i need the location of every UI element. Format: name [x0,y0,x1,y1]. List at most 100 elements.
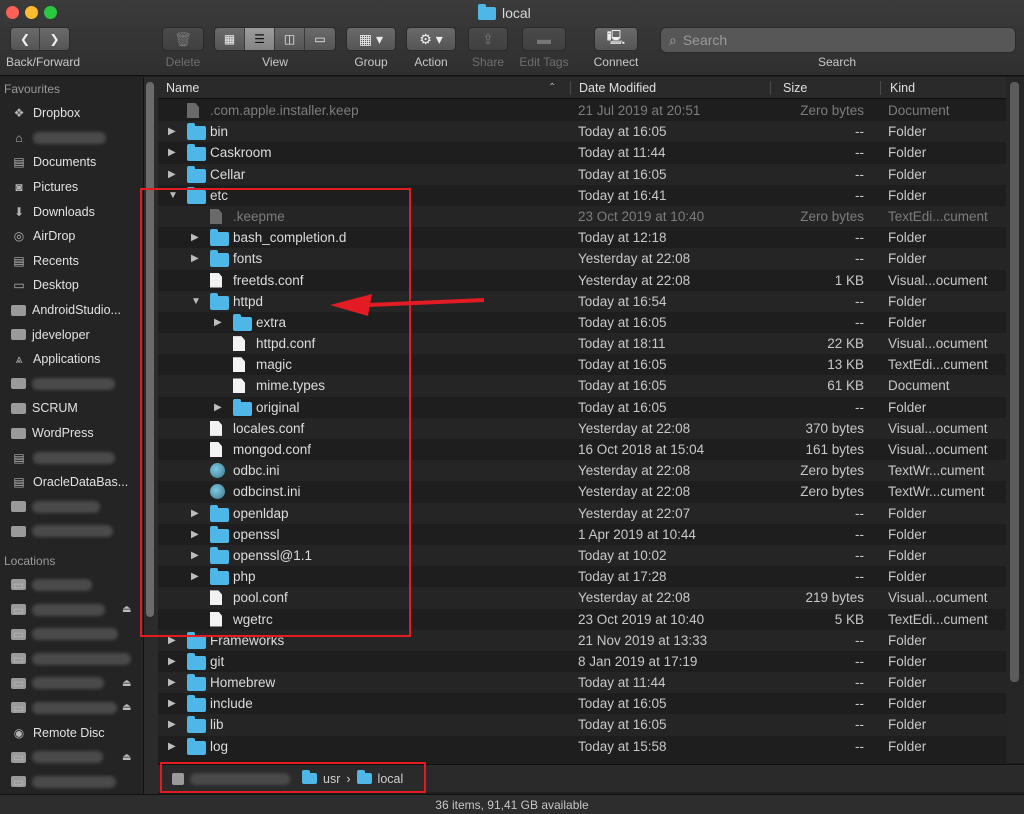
file-row[interactable]: odbcinst.ini Yesterday at 22:08 Zero bytes… [158,481,1006,502]
favourites-item[interactable]: ⩓ Applications [0,347,143,372]
disclosure-closed-icon[interactable]: ▶ [168,736,176,757]
favourites-item[interactable]: ⌂ [0,126,143,151]
disclosure-closed-icon[interactable]: ▶ [214,397,222,418]
column-divider[interactable] [770,81,771,95]
locations-item[interactable]: ▭ ⏏ [0,745,143,770]
favourites-item[interactable]: ▤ [0,445,143,470]
favourites-item[interactable] [0,372,143,397]
favourites-item[interactable]: ❖ Dropbox [0,101,143,126]
connect-button[interactable]: 🖳 [594,27,638,51]
file-row[interactable]: mime.types Today at 16:05 61 KB Document [158,375,1006,397]
path-segment-local[interactable]: local [378,772,404,786]
file-row[interactable]: wgetrc 23 Oct 2019 at 10:40 5 KB TextEdi...… [158,609,1006,630]
favourites-item[interactable]: ▭ Desktop [0,273,143,298]
file-row[interactable]: odbc.ini Yesterday at 22:08 Zero bytes Text… [158,460,1006,482]
action-button[interactable]: ⚙ ▾ [406,27,456,51]
disclosure-closed-icon[interactable]: ▶ [191,248,199,269]
column-divider[interactable] [880,81,881,95]
favourites-item[interactable]: WordPress [0,421,143,446]
edit-tags-button[interactable]: ▬ [522,27,566,51]
file-row[interactable]: ▶ include Today at 16:05 -- Folder [158,693,1006,714]
file-row[interactable]: ▶ openssl 1 Apr 2019 at 10:44 -- Folder [158,524,1006,545]
column-header-date[interactable]: Date Modified [579,77,656,99]
disclosure-open-icon[interactable]: ▼ [168,185,178,206]
locations-item[interactable]: ▭ ⏏ [0,696,143,721]
file-row[interactable]: ▶ Frameworks 21 Nov 2019 at 13:33 -- Folder [158,629,1006,651]
delete-button[interactable]: 🗑 [162,27,204,51]
disclosure-closed-icon[interactable]: ▶ [191,524,199,545]
locations-item[interactable]: ▭ [0,573,143,598]
locations-item[interactable]: ▭ [0,622,143,647]
disclosure-closed-icon[interactable]: ▶ [191,503,199,524]
file-row[interactable]: ▶ lib Today at 16:05 -- Folder [158,714,1006,736]
minimize-window-button[interactable] [25,6,38,19]
path-redacted-segment[interactable] [190,772,290,785]
locations-item[interactable]: ▭ ⏏ [0,671,143,696]
file-row[interactable]: freetds.conf Yesterday at 22:08 1 KB Visual… [158,270,1006,291]
column-header-size[interactable]: Size [783,77,807,99]
favourites-item[interactable] [0,519,143,544]
forward-button[interactable]: ❯ [40,28,69,50]
file-row[interactable]: ▶ Homebrew Today at 11:44 -- Folder [158,672,1006,694]
disclosure-closed-icon[interactable]: ▶ [191,566,199,587]
file-row[interactable]: ▶ extra Today at 16:05 -- Folder [158,312,1006,333]
icon-view-button[interactable]: ▦ [215,28,245,50]
file-list-scroll-thumb[interactable] [1010,82,1019,682]
disclosure-open-icon[interactable]: ▼ [191,291,201,312]
disclosure-closed-icon[interactable]: ▶ [168,121,176,142]
file-row[interactable]: pool.conf Yesterday at 22:08 219 bytes Visu… [158,587,1006,609]
file-row[interactable]: ▶ log Today at 15:58 -- Folder [158,736,1006,757]
favourites-item[interactable]: ▤ Recents [0,249,143,274]
file-row[interactable]: ▶ Caskroom Today at 11:44 -- Folder [158,142,1006,163]
column-header-name[interactable]: Name [166,77,199,99]
file-row[interactable]: ▼ etc Today at 16:41 -- Folder [158,185,1006,206]
disclosure-closed-icon[interactable]: ▶ [191,545,199,566]
disclosure-closed-icon[interactable]: ▶ [168,693,176,714]
file-row[interactable]: httpd.conf Today at 18:11 22 KB Visual...oc… [158,333,1006,355]
search-field[interactable]: ⌕ [660,27,1016,53]
column-divider[interactable] [570,81,571,95]
file-row[interactable]: ▶ openssl@1.1 Today at 10:02 -- Folder [158,544,1006,567]
file-row[interactable]: ▶ original Today at 16:05 -- Folder [158,397,1006,418]
back-button[interactable]: ❮ [11,28,41,50]
group-button[interactable]: ▦ ▾ [346,27,396,51]
favourites-item[interactable]: ⬇ Downloads [0,199,143,224]
file-row[interactable]: .keepme 23 Oct 2019 at 10:40 Zero bytes Tex… [158,205,1006,228]
favourites-item[interactable]: ▤ OracleDataBas... [0,470,143,495]
file-row[interactable]: ▶ bash_completion.d Today at 12:18 -- Folder [158,227,1006,248]
share-button[interactable]: ⇪ [468,27,508,51]
favourites-item[interactable]: jdeveloper [0,322,143,347]
disclosure-closed-icon[interactable]: ▶ [168,630,176,651]
column-header-kind[interactable]: Kind [890,77,915,99]
close-window-button[interactable] [6,6,19,19]
file-row[interactable]: ▼ httpd Today at 16:54 -- Folder [158,290,1006,312]
favourites-item[interactable] [0,495,143,520]
locations-item[interactable]: ▭ [0,769,143,794]
favourites-item[interactable]: ▤ Documents [0,150,143,175]
disclosure-closed-icon[interactable]: ▶ [168,672,176,693]
locations-item[interactable]: ◉ Remote Disc [0,720,143,745]
file-row[interactable]: ▶ Cellar Today at 16:05 -- Folder [158,163,1006,185]
file-row[interactable]: .com.apple.installer.keep 21 Jul 2019 at … [158,100,1006,121]
gallery-view-button[interactable]: ▭ [305,28,335,50]
eject-icon[interactable]: ⏏ [122,702,131,713]
zoom-window-button[interactable] [44,6,57,19]
file-row[interactable]: magic Today at 16:05 13 KB TextEdi...cument [158,354,1006,375]
path-segment-usr[interactable]: usr [323,772,340,786]
favourites-item[interactable]: SCRUM [0,396,143,421]
file-row[interactable]: ▶ php Today at 17:28 -- Folder [158,566,1006,587]
locations-item[interactable]: ▭ ⏏ [0,597,143,622]
file-row[interactable]: mongod.conf 16 Oct 2018 at 15:04 161 bytes… [158,439,1006,460]
file-row[interactable]: locales.conf Yesterday at 22:08 370 bytes V… [158,417,1006,439]
disclosure-closed-icon[interactable]: ▶ [168,142,176,163]
eject-icon[interactable]: ⏏ [122,752,131,763]
favourites-item[interactable]: ◎ AirDrop [0,224,143,249]
file-row[interactable]: ▶ openldap Yesterday at 22:07 -- Folder [158,502,1006,524]
column-view-button[interactable]: ◫ [275,28,305,50]
sidebar-scroll-thumb[interactable] [146,82,154,617]
favourites-item[interactable]: AndroidStudio... [0,298,143,323]
disclosure-closed-icon[interactable]: ▶ [168,164,176,185]
disclosure-closed-icon[interactable]: ▶ [168,714,176,735]
list-view-button[interactable]: ☰ [245,28,275,50]
file-row[interactable]: ▶ fonts Yesterday at 22:08 -- Folder [158,248,1006,270]
